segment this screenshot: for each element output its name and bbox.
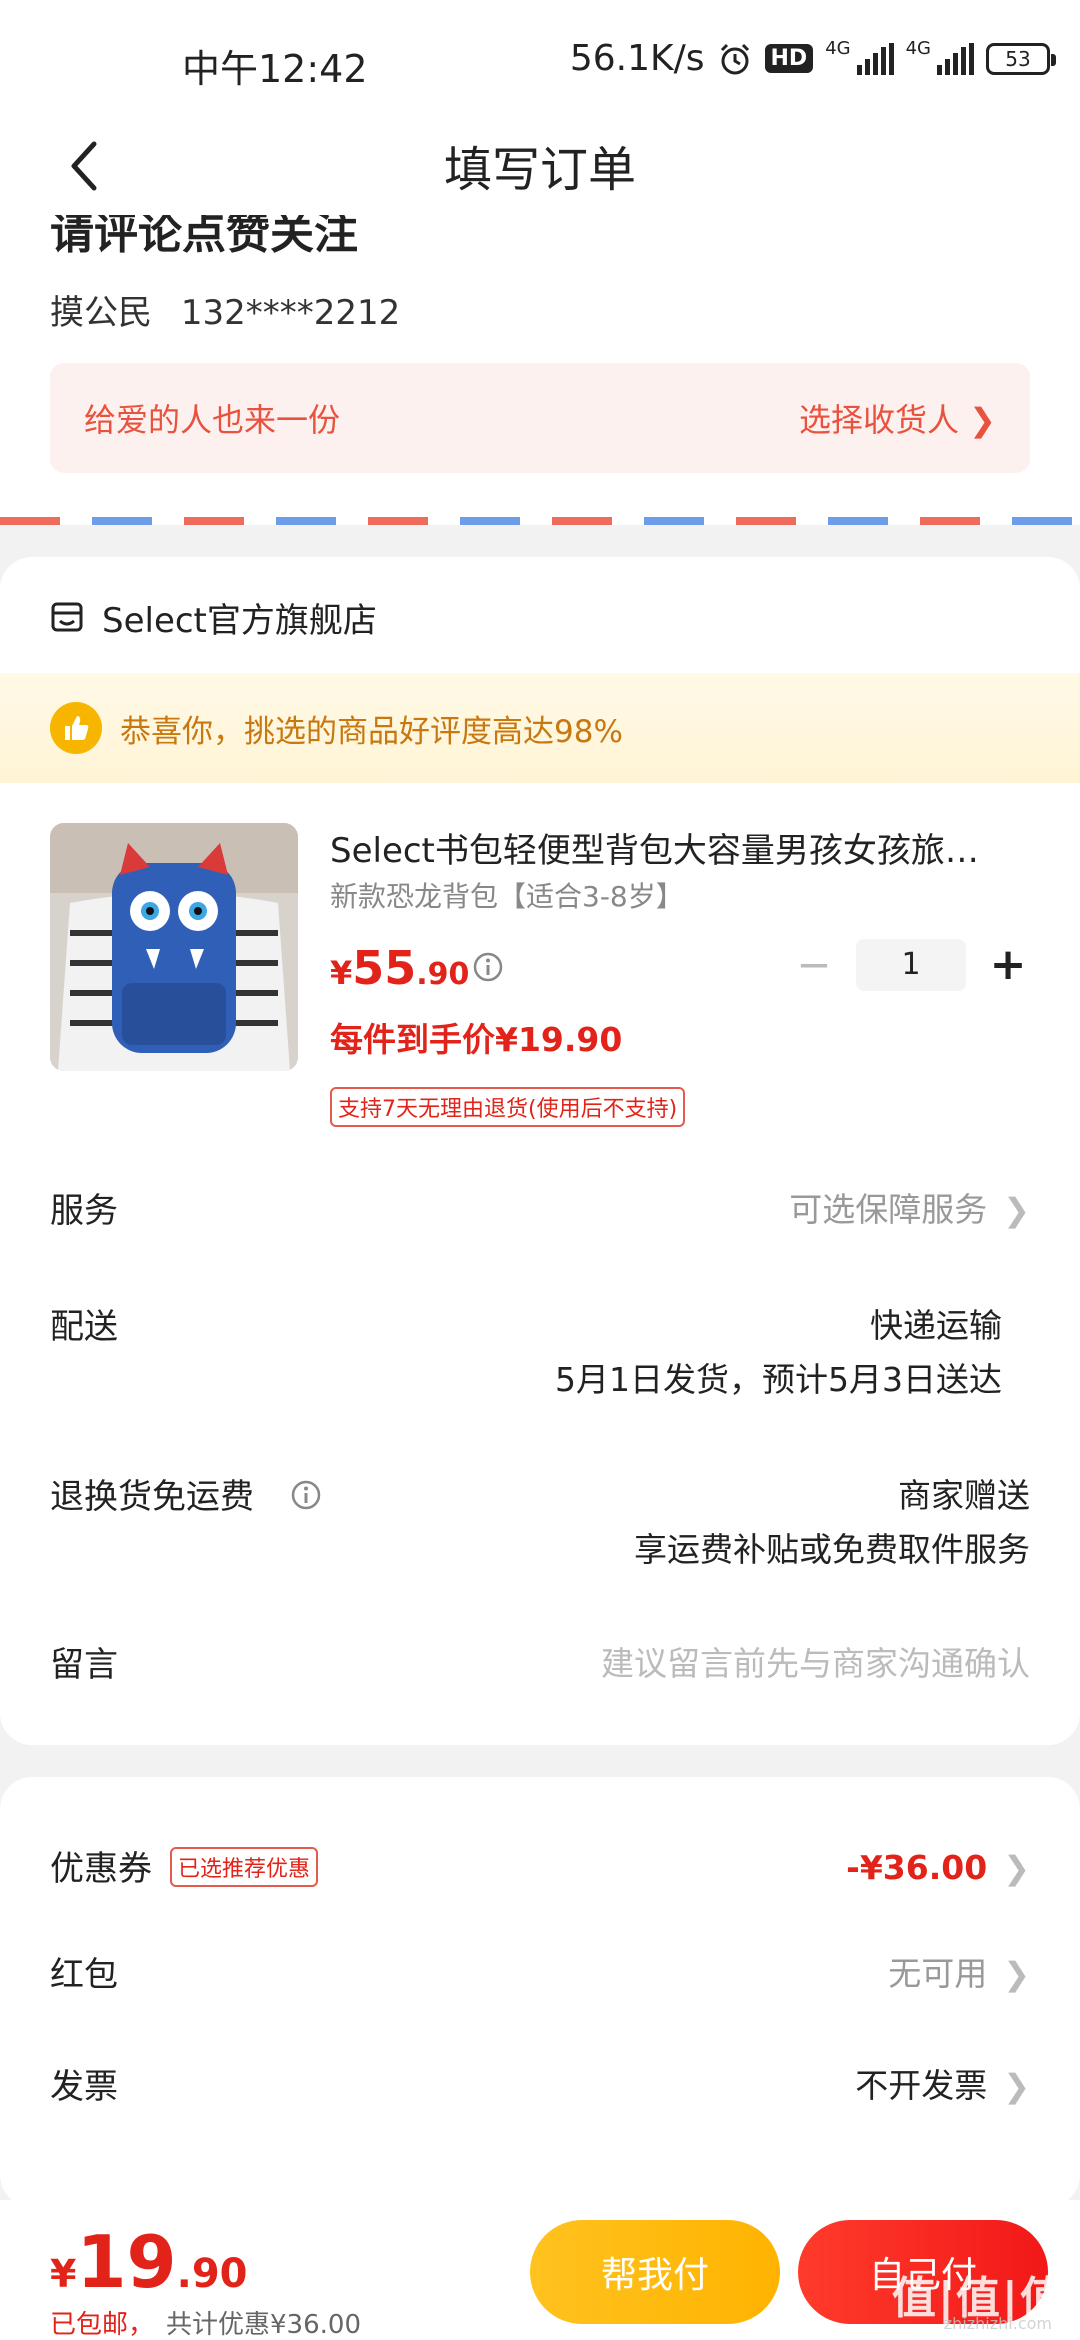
coupon-row[interactable]: 优惠券 已选推荐优惠 -¥36.00 ❯ [50,1841,1030,1895]
store-row[interactable]: Select官方旗舰店 [50,587,377,647]
help-pay-button[interactable]: 帮我付 [530,2220,780,2324]
coupon-label: 优惠券 [50,1849,152,1889]
quantity-value[interactable]: 1 [856,939,966,991]
address-card[interactable]: 请评论点赞关注 摸公民 132****2212 给爱的人也来一份 选择收货人 ❯ [0,215,1080,525]
service-row[interactable]: 服务 可选保障服务 ❯ [50,1183,1030,1237]
battery-icon: 53 [986,42,1056,75]
store-name: Select官方旗舰店 [102,600,377,641]
select-recipient-link[interactable]: 选择收货人 ❯ [799,395,996,441]
order-card: Select官方旗舰店 恭喜你，挑选的商品好评度高达98% Select书包轻便… [0,557,1080,1745]
praise-banner: 恭喜你，挑选的商品好评度高达98% [0,673,1080,783]
invoice-value-group: 不开发票 ❯ [855,2059,1030,2113]
increase-quantity-button[interactable]: + [986,939,1030,991]
page-header: 填写订单 [0,120,1080,215]
product-title[interactable]: Select书包轻便型背包大容量男孩女孩旅… [330,823,1020,872]
page-title: 填写订单 [443,142,636,198]
return-shipping-value: 商家赠送 享运费补贴或免费取件服务 [634,1469,1030,1577]
coupon-value: -¥36.00 [846,1848,988,1887]
total-decimal: .90 [176,2251,248,2297]
recommended-tag: 已选推荐优惠 [170,1846,319,1887]
info-icon[interactable] [290,1479,322,1511]
signal-icon [856,42,894,75]
total-summary: 已包邮， 共计优惠¥36.00 [50,2304,361,2340]
envelope-border [0,517,1080,525]
network-speed: 56.1K/s [569,38,705,79]
total-integer: 19 [76,2220,177,2304]
note-input[interactable]: 建议留言前先与商家沟通确认 [601,1637,1030,1691]
chevron-right-icon: ❯ [1003,1191,1030,1229]
price-decimal: .90 [416,957,470,992]
delivery-label: 配送 [50,1307,118,1347]
return-shipping-label: 退换货免运费 [50,1477,254,1517]
recipient-name: 摸公民 [50,293,152,333]
price-info-icon[interactable] [472,951,504,983]
note-row[interactable]: 留言 建议留言前先与商家沟通确认 [50,1637,1030,1691]
store-icon [51,602,83,632]
quantity-stepper: − 1 + [792,939,1030,991]
free-shipping-text: 已包邮， [50,2310,155,2340]
checkout-bar: ¥ 19 .90 已包邮， 共计优惠¥36.00 帮我付 自己付 值|值|值 zh… [0,2200,1080,2340]
delivery-value: 快递运输 5月1日发货，预计5月3日送达 [555,1299,1002,1407]
signal-icon [937,42,974,75]
invoice-label: 发票 [50,2067,118,2107]
price-symbol: ¥ [330,954,353,992]
network-type-label: 4G [825,38,851,59]
delivery-method: 快递运输 [870,1306,1002,1345]
chevron-right-icon: ❯ [1003,2067,1030,2105]
praise-text: 恭喜你，挑选的商品好评度高达98% [120,713,623,750]
red-packet-value-group: 无可用 ❯ [888,1947,1030,2001]
watermark-url: zhizhizhi.com [943,2314,1052,2333]
total-saved-text: 共计优惠¥36.00 [166,2310,361,2340]
invoice-row[interactable]: 发票 不开发票 ❯ [50,2059,1030,2113]
red-packet-row[interactable]: 红包 无可用 ❯ [50,1947,1030,2001]
product-price: ¥ 55 .90 [330,941,469,995]
note-label: 留言 [50,1645,118,1685]
total-symbol: ¥ [50,2252,77,2296]
alarm-icon [720,43,749,74]
coupon-value-group: -¥36.00 ❯ [846,1841,1030,1895]
service-value: 可选保障服务 ❯ [789,1183,1030,1237]
return-shipping-desc: 享运费补贴或免费取件服务 [634,1530,1030,1569]
gift-order-banner[interactable]: 给爱的人也来一份 选择收货人 ❯ [50,363,1030,473]
hd-voice-icon: HD [764,44,814,73]
service-label: 服务 [50,1191,118,1231]
chevron-right-icon: ❯ [1003,1955,1030,1993]
discounts-card: 优惠券 已选推荐优惠 -¥36.00 ❯ 红包 无可用 ❯ 发票 不开发票 ❯ [0,1777,1080,2207]
delivery-estimate: 5月1日发货，预计5月3日送达 [555,1360,1002,1399]
network-type-label: 4G [905,38,931,59]
price-integer: 55 [352,941,417,995]
status-indicators: 56.1K/s HD 4G 4G 53 [569,38,1056,79]
return-shipping-gift: 商家赠送 [898,1476,1030,1515]
return-policy-tag: 支持7天无理由退货(使用后不支持) [330,1087,686,1127]
status-time: 中午12:42 [182,47,368,91]
recipient-phone: 132****2212 [180,293,401,333]
chevron-right-icon: ❯ [1003,1849,1030,1887]
delivery-row: 配送 快递运输 5月1日发货，预计5月3日送达 [50,1299,1030,1409]
thumbs-up-icon [50,702,102,754]
product-spec: 新款恐龙背包【适合3-8岁】 [330,880,684,913]
total-price: ¥ 19 .90 [50,2226,248,2298]
recipient-info: 摸公民 132****2212 [50,285,418,334]
address-title: 请评论点赞关注 [50,215,358,259]
return-shipping-row: 退换货免运费 商家赠送 享运费补贴或免费取件服务 [50,1469,1030,1579]
unit-final-price: 每件到手价¥19.90 [330,1020,623,1059]
product-image[interactable] [50,823,298,1071]
decrease-quantity-button[interactable]: − [792,939,836,991]
coupon-label-group: 优惠券 已选推荐优惠 [50,1841,319,1891]
gift-banner-text: 给爱的人也来一份 [84,401,341,439]
red-packet-label: 红包 [50,1955,118,1995]
status-bar: 中午12:42 56.1K/s HD 4G 4G 53 [0,0,1080,120]
